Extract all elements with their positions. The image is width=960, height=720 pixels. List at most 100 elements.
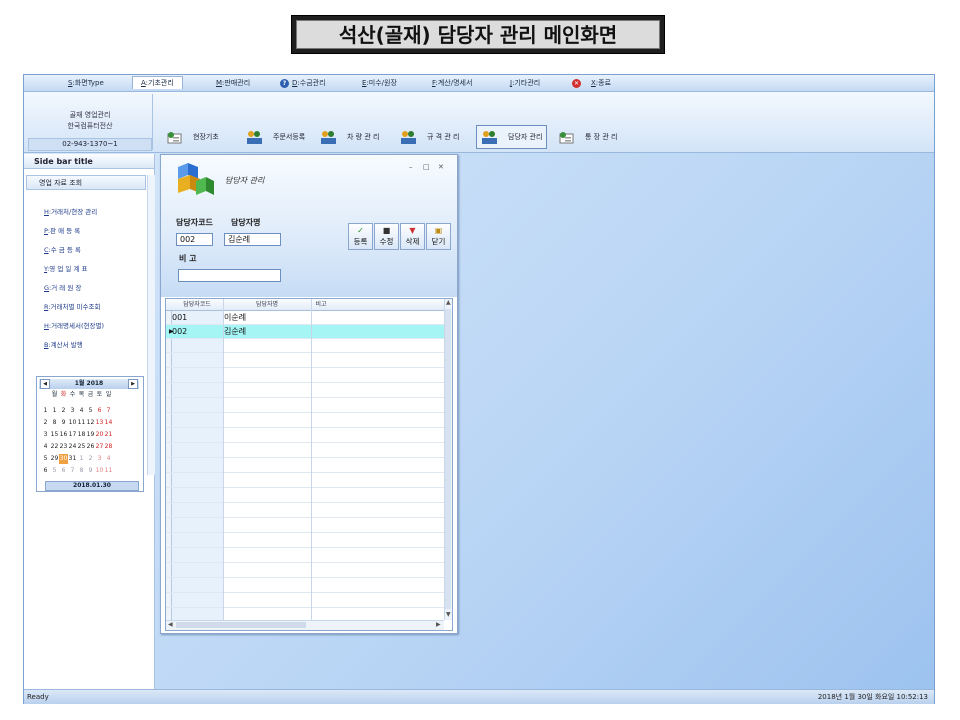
calendar-day[interactable]: 11 — [77, 418, 86, 428]
calendar-day[interactable]: 18 — [77, 430, 86, 440]
sidebar-section-header[interactable]: 영업 자료 조회 — [26, 175, 146, 190]
menu-item-basic-management[interactable]: A:기초관리 — [132, 76, 183, 89]
calendar-day[interactable]: 10 — [68, 418, 77, 428]
staff-code-input[interactable]: 002 — [176, 233, 213, 246]
table-row-selected[interactable]: ▶ 002 김순례 — [166, 325, 444, 339]
calendar-day[interactable]: 31 — [68, 454, 77, 464]
calendar-day[interactable]: 29 — [50, 454, 59, 464]
calendar-day[interactable]: 3 — [95, 454, 104, 464]
sidebar-link-client-site[interactable]: H:거래처/현장 관리 — [44, 206, 97, 216]
calendar-day[interactable]: 2 — [86, 454, 95, 464]
grid-header-name[interactable]: 담당자명 — [223, 299, 311, 310]
calendar-day-today[interactable]: 30 — [59, 454, 68, 464]
calendar-day[interactable]: 11 — [104, 466, 113, 476]
calendar-day[interactable]: 1 — [50, 406, 59, 416]
calendar-day[interactable]: 26 — [86, 442, 95, 452]
calendar-today-button[interactable]: 2018.01.30 — [45, 481, 139, 491]
calendar-day[interactable]: 10 — [95, 466, 104, 476]
minimize-icon[interactable]: – — [409, 163, 413, 171]
calendar-day[interactable]: 8 — [77, 466, 86, 476]
calendar-day[interactable]: 6 — [59, 466, 68, 476]
sidebar-scrollbar[interactable] — [147, 175, 155, 475]
sidebar-link-sales-entry[interactable]: P:판 매 등 록 — [44, 225, 80, 235]
calendar-day[interactable]: 7 — [68, 466, 77, 476]
scroll-left-icon[interactable]: ◀ — [168, 621, 173, 628]
grid-horizontal-scroll-thumb[interactable] — [176, 622, 306, 628]
calendar-day[interactable]: 24 — [68, 442, 77, 452]
empty-table-row — [166, 414, 444, 428]
calendar-day[interactable]: 8 — [50, 418, 59, 428]
person-card-icon — [559, 131, 574, 143]
staff-name-input[interactable]: 김순례 — [224, 233, 281, 246]
calendar-day[interactable]: 7 — [104, 406, 113, 416]
calendar-day[interactable]: 15 — [50, 430, 59, 440]
calendar-day[interactable]: 19 — [86, 430, 95, 440]
modify-button[interactable]: ■ 수정 — [374, 223, 399, 250]
delete-button[interactable]: ▼ 삭제 — [400, 223, 425, 250]
status-bar: Ready 2018년 1월 30일 화요일 10:52:13 — [24, 689, 934, 704]
calendar-day[interactable]: 4 — [77, 406, 86, 416]
menu-item-exit[interactable]: ✕ X:종료 — [564, 77, 619, 89]
calendar-day[interactable]: 2 — [59, 406, 68, 416]
calendar-day[interactable]: 23 — [59, 442, 68, 452]
calendar-day[interactable]: 5 — [50, 466, 59, 476]
calendar-day[interactable]: 3 — [68, 406, 77, 416]
ribbon-bankbook-management-button[interactable]: 통 장 관 리 — [558, 126, 617, 148]
menu-item-receivables-ledger[interactable]: E:미수/원장 — [354, 77, 405, 89]
exit-door-icon: ▣ — [434, 226, 443, 235]
calendar-day[interactable]: 25 — [77, 442, 86, 452]
calendar-day[interactable]: 5 — [86, 406, 95, 416]
grid-header-note[interactable]: 비고 — [311, 299, 331, 310]
calendar-day[interactable]: 16 — [59, 430, 68, 440]
ribbon-order-entry-button[interactable]: 주문서등록 — [246, 126, 305, 148]
sidebar-link-collection-entry[interactable]: C:수 금 등 록 — [44, 244, 81, 254]
calendar-day[interactable]: 27 — [95, 442, 104, 452]
register-button[interactable]: ✓ 등록 — [348, 223, 373, 250]
close-button[interactable]: ▣ 닫기 — [426, 223, 451, 250]
calendar-day[interactable]: 28 — [104, 442, 113, 452]
empty-table-row — [166, 459, 444, 473]
ribbon-spec-management-button[interactable]: 규 격 관 리 — [400, 126, 459, 148]
scroll-right-icon[interactable]: ▶ — [436, 621, 441, 628]
calendar-day[interactable]: 17 — [68, 430, 77, 440]
menu-item-other-management[interactable]: J:기타관리 — [502, 77, 548, 89]
calendar-next-icon[interactable]: ▶ — [128, 379, 138, 389]
sidebar-link-daily-report[interactable]: Y:영 업 일 계 표 — [44, 263, 87, 273]
delete-icon: ▼ — [409, 226, 416, 235]
sidebar-link-receivables[interactable]: R:거래처별 미수조회 — [44, 301, 100, 311]
calendar-day[interactable]: 13 — [95, 418, 104, 428]
menu-item-screen-type[interactable]: S:화면Type — [60, 77, 112, 89]
calendar-day[interactable]: 9 — [59, 418, 68, 428]
grid-vertical-scroll-thumb[interactable] — [445, 309, 451, 609]
calendar-day[interactable]: 12 — [86, 418, 95, 428]
people-group-icon — [401, 130, 416, 144]
ribbon-vehicle-management-button[interactable]: 차 량 관 리 — [320, 126, 379, 148]
sidebar-link-statement-by-site[interactable]: H:거래명세서(현장별) — [44, 320, 104, 330]
close-icon[interactable]: ✕ — [438, 163, 444, 171]
note-input[interactable] — [178, 269, 281, 282]
calendar-prev-icon[interactable]: ◀ — [40, 379, 50, 389]
menu-item-sales-management[interactable]: M:판매관리 — [208, 77, 258, 89]
maximize-icon[interactable]: □ — [423, 163, 430, 171]
calendar-day[interactable]: 9 — [86, 466, 95, 476]
calendar-day[interactable]: 6 — [95, 406, 104, 416]
ribbon-staff-management-button[interactable]: 담당자 관리 — [476, 125, 548, 149]
ribbon-site-basics-button[interactable]: 현장기초 — [166, 126, 219, 148]
calendar-day[interactable]: 4 — [104, 454, 113, 464]
calendar-day[interactable]: 14 — [104, 418, 113, 428]
calendar-day[interactable]: 20 — [95, 430, 104, 440]
cubes-icon — [178, 163, 214, 195]
sidebar-link-invoice-issue[interactable]: B:계산서 발행 — [44, 339, 83, 349]
menu-item-invoice-statement[interactable]: F:계산/명세서 — [424, 77, 480, 89]
calendar-day[interactable]: 1 — [77, 454, 86, 464]
scroll-down-icon[interactable]: ▼ — [446, 611, 451, 618]
note-label: 비 고 — [179, 254, 197, 263]
sidebar-link-ledger[interactable]: G:거 래 원 장 — [44, 282, 81, 292]
calendar-day[interactable]: 21 — [104, 430, 113, 440]
scroll-up-icon[interactable]: ▲ — [446, 299, 451, 306]
calendar-day[interactable]: 22 — [50, 442, 59, 452]
menu-item-collection-management[interactable]: ? D:수금관리 — [272, 77, 334, 89]
grid-header-code[interactable]: 담당자코드 — [171, 299, 223, 310]
table-row[interactable]: 001 이순례 — [166, 311, 444, 325]
empty-table-row — [166, 369, 444, 383]
